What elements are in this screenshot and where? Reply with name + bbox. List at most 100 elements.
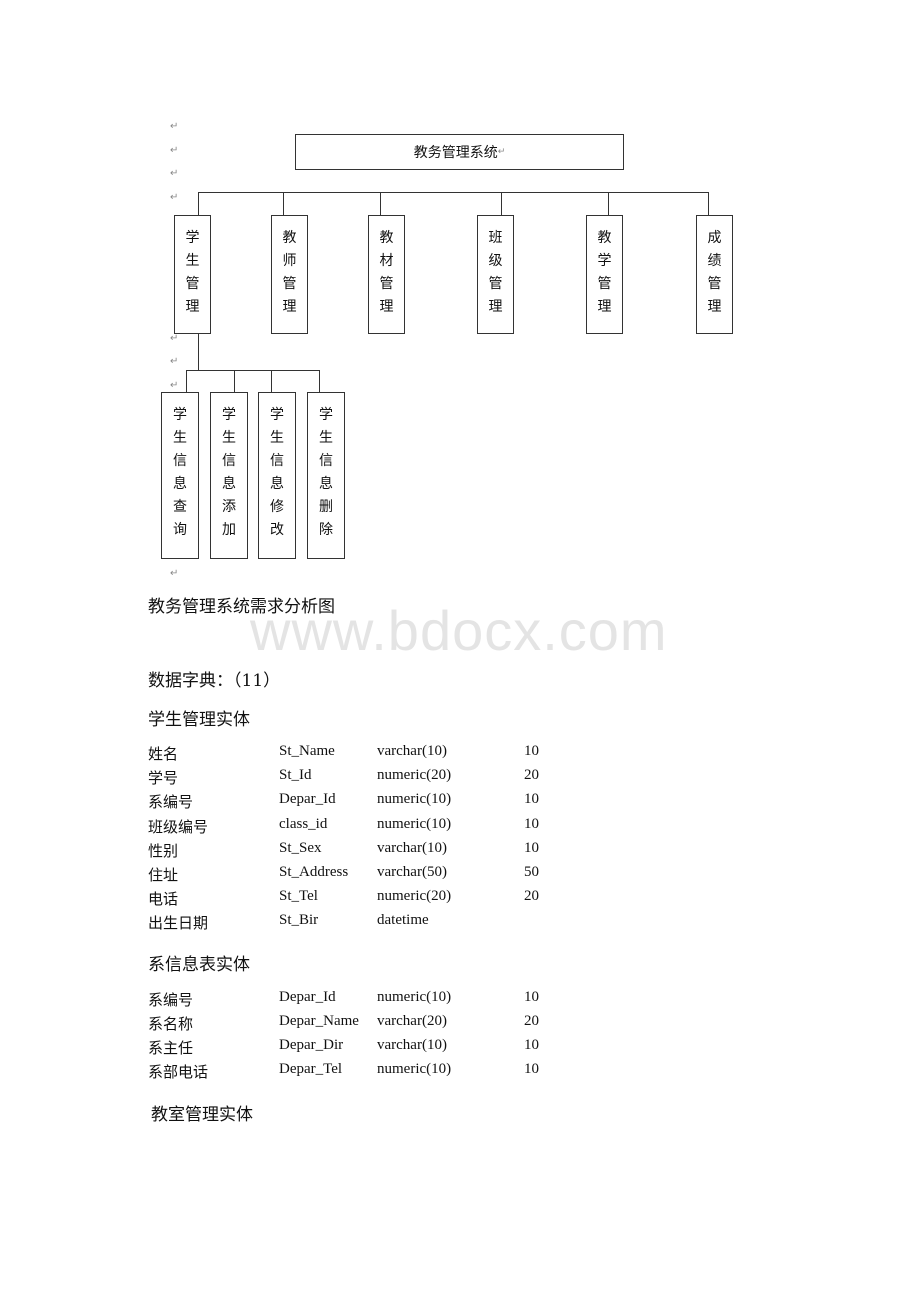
node-char: 教 [282, 230, 297, 246]
node-textbook-management: 教 材 管 理 [368, 215, 405, 334]
field-label: 系名称 [148, 1015, 194, 1033]
paragraph-mark: ↵ [170, 168, 179, 179]
field-length: 10 [524, 989, 539, 1005]
field-name: class_id [279, 816, 328, 832]
node-char: 材 [379, 253, 394, 269]
node-char: 息 [173, 476, 187, 492]
field-name: Depar_Id [279, 791, 336, 807]
node-char: 加 [222, 522, 236, 538]
node-char: 管 [379, 276, 394, 292]
node-char: 理 [707, 299, 722, 315]
node-char: 学 [270, 407, 284, 423]
field-type: numeric(10) [377, 791, 452, 807]
paragraph-mark: ↵ [497, 147, 506, 157]
connector-line [283, 192, 284, 216]
field-length: 10 [524, 1037, 539, 1053]
field-length: 20 [524, 1013, 539, 1029]
field-type: varchar(50) [377, 864, 447, 880]
connector-line [198, 334, 199, 370]
node-teaching-management: 教 学 管 理 [586, 215, 623, 334]
field-length: 10 [524, 1061, 539, 1077]
node-grade-management: 成 绩 管 理 [696, 215, 733, 334]
connector-line [198, 192, 709, 193]
field-name: St_Sex [279, 840, 322, 856]
field-label: 姓名 [148, 745, 179, 763]
node-char: 改 [270, 522, 284, 538]
node-char: 除 [319, 522, 333, 538]
field-label: 系编号 [148, 793, 194, 811]
field-length: 20 [524, 767, 539, 783]
node-teacher-management: 教 师 管 理 [271, 215, 308, 334]
node-char: 修 [270, 499, 284, 515]
field-name: St_Name [279, 743, 335, 759]
node-char: 级 [488, 253, 503, 269]
node-char: 删 [319, 499, 333, 515]
field-label: 出生日期 [148, 914, 209, 932]
paragraph-mark: ↵ [170, 333, 179, 344]
paragraph-mark: ↵ [170, 121, 179, 132]
node-char: 学 [185, 230, 200, 246]
node-char: 生 [222, 430, 236, 446]
paragraph-mark: ↵ [170, 380, 179, 391]
node-char: 教 [597, 230, 612, 246]
node-student-info-delete: 学 生 信 息 删 除 [307, 392, 345, 559]
node-char: 理 [597, 299, 612, 315]
field-name: St_Id [279, 767, 312, 783]
field-type: numeric(10) [377, 1061, 452, 1077]
connector-line [501, 192, 502, 216]
field-name: St_Bir [279, 912, 319, 928]
node-char: 教 [379, 230, 394, 246]
node-char: 询 [173, 522, 187, 538]
node-class-management: 班 级 管 理 [477, 215, 514, 334]
field-label: 系编号 [148, 991, 194, 1009]
node-char: 学 [173, 407, 187, 423]
field-type: numeric(20) [377, 888, 452, 904]
node-char: 成 [707, 230, 722, 246]
field-name: Depar_Dir [279, 1037, 344, 1053]
connector-line [380, 192, 381, 216]
field-label: 住址 [148, 866, 179, 884]
node-char: 生 [319, 430, 333, 446]
node-char: 学 [319, 407, 333, 423]
field-type: varchar(20) [377, 1013, 447, 1029]
node-char: 师 [282, 253, 297, 269]
node-char: 添 [222, 499, 236, 515]
connector-line [608, 192, 609, 216]
field-length: 10 [524, 840, 539, 856]
paragraph-mark: ↵ [170, 356, 179, 367]
field-type: numeric(10) [377, 816, 452, 832]
node-char: 生 [185, 253, 200, 269]
node-student-management: 学 生 管 理 [174, 215, 211, 334]
field-label: 系主任 [148, 1039, 194, 1057]
node-char: 信 [270, 453, 284, 469]
node-char: 查 [173, 499, 187, 515]
field-label: 班级编号 [148, 818, 209, 836]
node-student-info-edit: 学 生 信 息 修 改 [258, 392, 296, 559]
node-char: 信 [173, 453, 187, 469]
connector-line [186, 370, 320, 371]
connector-line [234, 370, 235, 392]
node-char: 管 [185, 276, 200, 292]
field-type: datetime [377, 912, 429, 928]
field-type: varchar(10) [377, 840, 447, 856]
field-name: St_Tel [279, 888, 318, 904]
connector-line [186, 370, 187, 392]
field-label: 系部电话 [148, 1063, 209, 1081]
node-student-info-add: 学 生 信 息 添 加 [210, 392, 248, 559]
node-char: 信 [222, 453, 236, 469]
node-char: 学 [222, 407, 236, 423]
field-length: 50 [524, 864, 539, 880]
field-length: 10 [524, 743, 539, 759]
field-type: varchar(10) [377, 743, 447, 759]
field-label: 性别 [148, 842, 179, 860]
paragraph-mark: ↵ [170, 568, 179, 579]
node-char: 管 [707, 276, 722, 292]
field-name: St_Address [279, 864, 349, 880]
field-type: numeric(10) [377, 989, 452, 1005]
paragraph-mark: ↵ [170, 145, 179, 156]
field-label: 学号 [148, 769, 179, 787]
field-type: numeric(20) [377, 767, 452, 783]
node-char: 绩 [707, 253, 722, 269]
node-char: 息 [270, 476, 284, 492]
node-char: 管 [488, 276, 503, 292]
